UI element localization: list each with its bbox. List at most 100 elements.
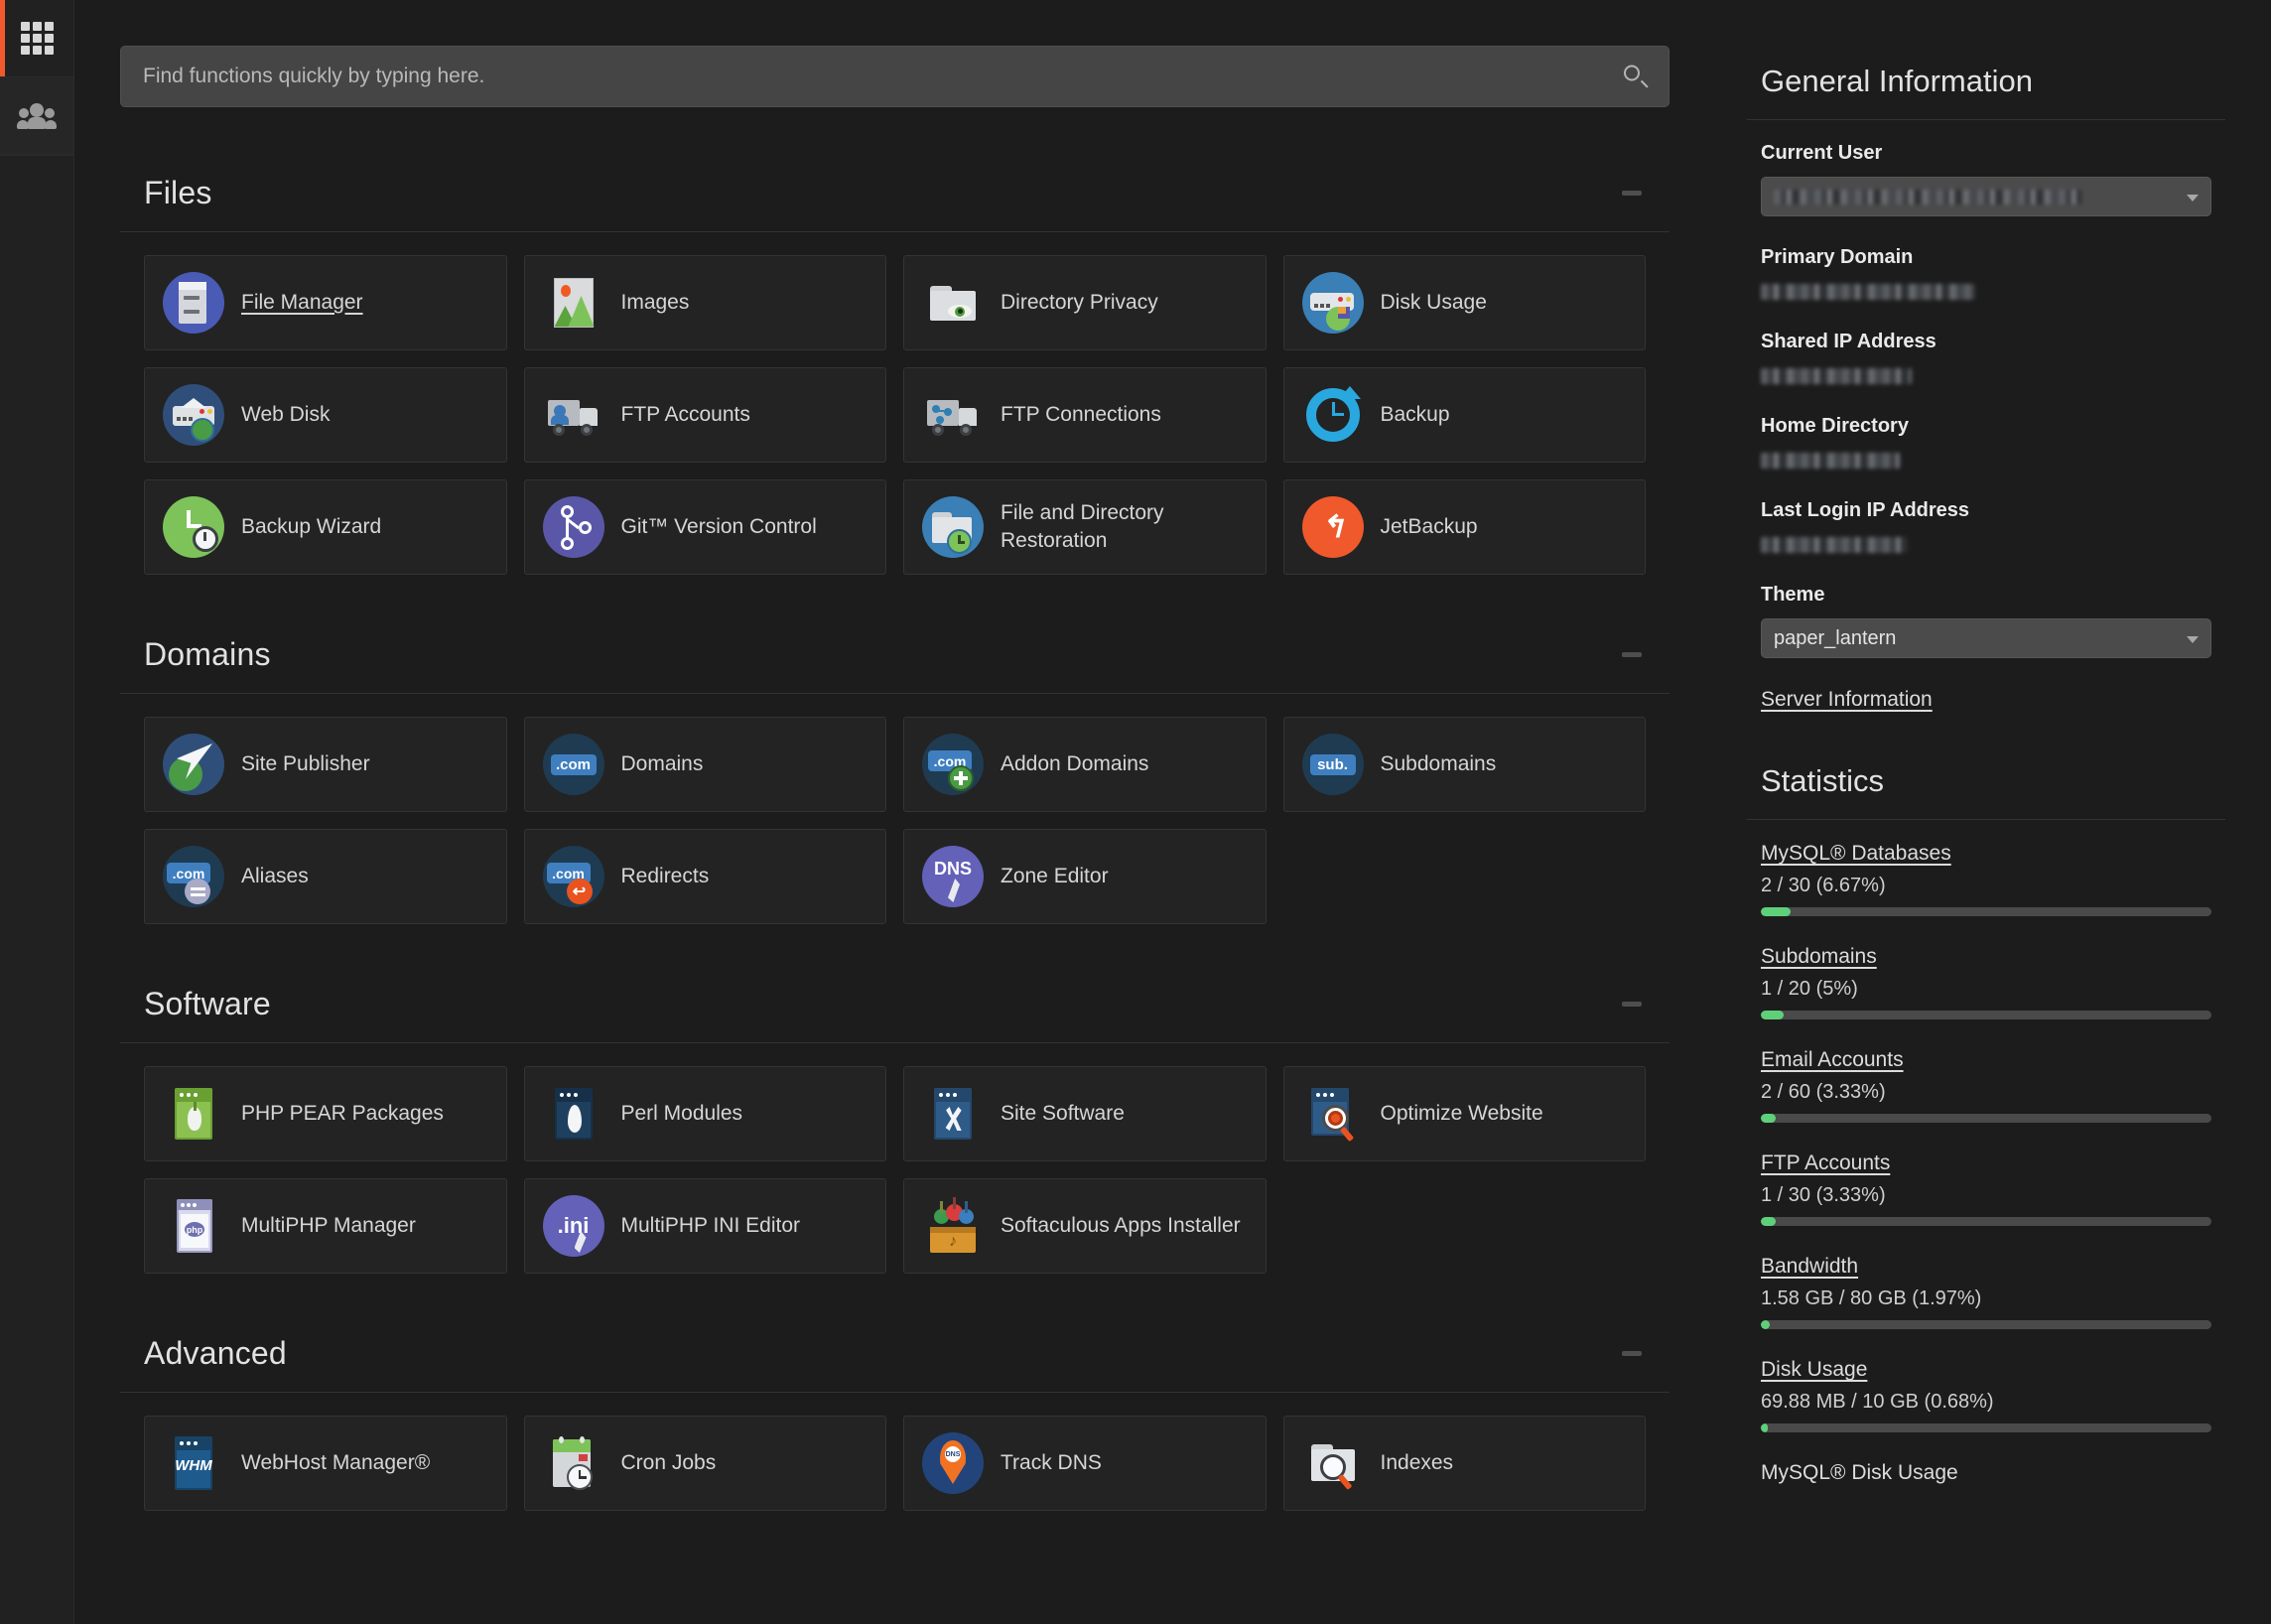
minus-icon[interactable]	[1618, 1343, 1646, 1365]
minus-icon[interactable]	[1618, 183, 1646, 204]
backup-icon	[1302, 384, 1364, 446]
stat-subdomains: Subdomains 1 / 20 (5%)	[1761, 945, 2211, 1019]
tile-subdomains[interactable]: sub. Subdomains	[1282, 717, 1646, 812]
tile-ftp-accounts[interactable]: FTP Accounts	[523, 367, 886, 463]
tile-site-software[interactable]: Site Software	[903, 1066, 1267, 1161]
minus-icon[interactable]	[1618, 994, 1646, 1015]
sidebar-item-user-manager[interactable]	[0, 77, 73, 155]
minus-icon[interactable]	[1618, 644, 1646, 666]
tile-cron-jobs[interactable]: Cron Jobs	[523, 1416, 886, 1511]
tile-web-disk[interactable]: Web Disk	[144, 367, 507, 463]
shared-ip-value	[1761, 365, 2211, 387]
tile-zone-editor[interactable]: DNS Zone Editor	[903, 829, 1267, 924]
addon-domains-icon: .com	[922, 734, 984, 795]
tile-ftp-connections[interactable]: FTP Connections	[903, 367, 1267, 463]
tile-aliases[interactable]: .com Aliases	[144, 829, 507, 924]
section-advanced: Advanced WHM WebHost Manager® Cron Jobs …	[120, 1313, 1670, 1541]
tile-label: MultiPHP Manager	[241, 1213, 416, 1237]
tile-git-version-control[interactable]: Git™ Version Control	[523, 479, 886, 575]
tile-webhost-manager[interactable]: WHM WebHost Manager®	[144, 1416, 507, 1511]
tile-multiphp-ini-editor[interactable]: .ini MultiPHP INI Editor	[523, 1178, 886, 1274]
tile-file-directory-restoration[interactable]: File and Directory Restoration	[903, 479, 1267, 575]
tile-label: File Manager	[241, 290, 363, 314]
tile-label: Cron Jobs	[620, 1450, 717, 1474]
panel-general-information: General Information Current User Primary…	[1747, 46, 2225, 712]
tile-backup-wizard[interactable]: Backup Wizard	[144, 479, 507, 575]
tile-label: Disk Usage	[1380, 290, 1487, 314]
primary-domain-value	[1761, 281, 2211, 303]
search-bar[interactable]	[120, 46, 1670, 107]
tile-indexes[interactable]: Indexes	[1282, 1416, 1646, 1511]
tile-label: Site Publisher	[241, 751, 370, 775]
tile-optimize-website[interactable]: Optimize Website	[1282, 1066, 1646, 1161]
server-information-link[interactable]: Server Information	[1761, 688, 1933, 712]
stat-link[interactable]: Bandwidth	[1761, 1255, 1858, 1279]
tile-directory-privacy[interactable]: Directory Privacy	[903, 255, 1267, 350]
tile-multiphp-manager[interactable]: php MultiPHP Manager	[144, 1178, 507, 1274]
tile-label: Addon Domains	[1001, 751, 1149, 775]
tile-jetbackup[interactable]: ↰ JetBackup	[1282, 479, 1646, 575]
tile-images[interactable]: Images	[523, 255, 886, 350]
stat-progress-bar	[1761, 1114, 2211, 1123]
stat-label: MySQL® Disk Usage	[1761, 1461, 1958, 1484]
softaculous-icon: ♪	[922, 1195, 984, 1257]
stat-disk-usage: Disk Usage 69.88 MB / 10 GB (0.68%)	[1761, 1358, 2211, 1432]
tile-label: Web Disk	[241, 402, 331, 426]
stat-mysql-databases: MySQL® Databases 2 / 30 (6.67%)	[1761, 842, 2211, 916]
tile-track-dns[interactable]: DNS Track DNS	[903, 1416, 1267, 1511]
panel-body-statistics: MySQL® Databases 2 / 30 (6.67%) Subdomai…	[1747, 820, 2225, 1494]
git-icon	[542, 496, 604, 558]
stat-email-accounts: Email Accounts 2 / 60 (3.33%)	[1761, 1048, 2211, 1123]
stat-link[interactable]: Disk Usage	[1761, 1358, 1867, 1382]
search-icon[interactable]	[1624, 65, 1649, 88]
stat-value: 1.58 GB / 80 GB (1.97%)	[1761, 1287, 1982, 1309]
tile-softaculous-apps-installer[interactable]: ♪ Softaculous Apps Installer	[903, 1178, 1267, 1274]
track-dns-icon: DNS	[922, 1432, 984, 1494]
ftp-accounts-icon	[543, 384, 604, 446]
tile-php-pear-packages[interactable]: PHP PEAR Packages	[144, 1066, 507, 1161]
stat-bandwidth: Bandwidth 1.58 GB / 80 GB (1.97%)	[1761, 1255, 2211, 1329]
site-software-icon	[922, 1083, 984, 1145]
grid-icon	[20, 22, 54, 55]
theme-select[interactable]: paper_lantern	[1761, 618, 2211, 658]
tile-label: Domains	[620, 751, 704, 775]
main-content: Files File Manager	[74, 0, 1715, 1624]
web-disk-icon	[163, 384, 224, 446]
file-manager-icon	[163, 272, 224, 334]
section-title-software: Software	[144, 986, 271, 1021]
tile-perl-modules[interactable]: Perl Modules	[523, 1066, 886, 1161]
backup-wizard-icon	[163, 496, 224, 558]
current-user-select[interactable]	[1761, 177, 2211, 216]
tile-label: Images	[620, 290, 690, 314]
section-header-files: Files	[120, 153, 1670, 232]
search-input[interactable]	[121, 47, 1669, 106]
stat-link[interactable]: Email Accounts	[1761, 1048, 1904, 1072]
tile-backup[interactable]: Backup	[1282, 367, 1646, 463]
tile-file-manager[interactable]: File Manager	[144, 255, 507, 350]
tile-addon-domains[interactable]: .com Addon Domains	[903, 717, 1267, 812]
stat-link[interactable]: FTP Accounts	[1761, 1151, 1890, 1175]
current-user-label: Current User	[1761, 142, 1883, 164]
tile-redirects[interactable]: .com ↩ Redirects	[523, 829, 886, 924]
tile-label: Backup	[1380, 402, 1450, 426]
tile-label: FTP Accounts	[620, 402, 750, 426]
home-directory-redacted	[1761, 453, 1900, 469]
tile-site-publisher[interactable]: Site Publisher	[144, 717, 507, 812]
tile-label: WebHost Manager®	[241, 1450, 431, 1474]
stat-progress-bar	[1761, 1011, 2211, 1019]
domains-icon: .com	[542, 734, 604, 795]
stat-value: 2 / 60 (3.33%)	[1761, 1081, 1886, 1103]
subdomains-icon: sub.	[1301, 734, 1364, 795]
site-publisher-icon	[163, 734, 224, 795]
sidebar-item-apps-grid[interactable]	[0, 0, 73, 77]
stat-value: 69.88 MB / 10 GB (0.68%)	[1761, 1391, 1994, 1413]
images-icon	[543, 272, 604, 334]
tile-disk-usage[interactable]: Disk Usage	[1282, 255, 1646, 350]
tile-domains[interactable]: .com Domains	[523, 717, 886, 812]
multiphp-ini-icon: .ini	[542, 1195, 604, 1257]
stat-link[interactable]: Subdomains	[1761, 945, 1877, 969]
shared-ip-label: Shared IP Address	[1761, 331, 1937, 352]
stat-link[interactable]: MySQL® Databases	[1761, 842, 1951, 866]
cpanel-dashboard: Files File Manager	[0, 0, 2271, 1624]
whm-icon: WHM	[163, 1432, 224, 1494]
